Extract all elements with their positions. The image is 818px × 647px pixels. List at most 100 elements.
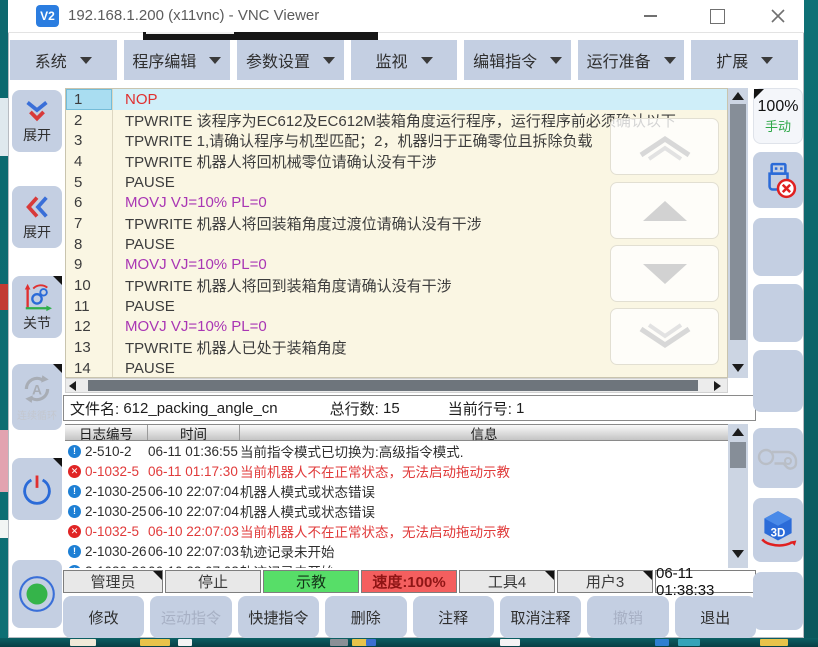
line-text: TPWRITE 1,请确认程序与机型匹配；2，机器归于正确零位且拆除负载 (112, 130, 593, 151)
close-button[interactable] (761, 4, 795, 28)
desktop-icon (655, 639, 669, 646)
status-role[interactable]: 管理员 (63, 570, 163, 593)
scroll-up-arrow[interactable] (732, 428, 744, 436)
line-text: PAUSE (112, 236, 175, 253)
scroll-left-arrow[interactable] (69, 381, 76, 391)
speed-mode-button[interactable]: 100% 手动 (753, 88, 803, 144)
menu-item-system[interactable]: 系统 (10, 40, 117, 80)
page-down-button[interactable] (610, 308, 719, 365)
empty-slot-button[interactable] (753, 284, 803, 342)
line-down-button[interactable] (610, 245, 719, 302)
line-number: 10 (66, 275, 112, 296)
file-name-label: 文件名: (70, 398, 123, 419)
quick-instruction-button[interactable]: 快捷指令 (238, 596, 319, 638)
log-row[interactable]: !2-1030-2606-10 22:07:03轨迹记录未开始 (65, 561, 728, 568)
continuous-cycle-button[interactable]: A 连续循环 (12, 364, 62, 430)
vscroll-thumb[interactable] (730, 442, 746, 468)
hscroll-thumb[interactable] (88, 380, 698, 391)
scroll-down-arrow[interactable] (732, 550, 744, 558)
joint-coord-button[interactable]: 关节 (12, 276, 62, 338)
record-start-button[interactable] (12, 560, 62, 628)
expand-horizontal-button[interactable]: 展开 (12, 186, 62, 248)
vscroll-thumb[interactable] (730, 104, 746, 340)
maximize-icon (710, 9, 725, 24)
total-lines-value: 15 (383, 400, 400, 417)
3d-view-button[interactable]: 3D (753, 498, 803, 562)
desktop-icon (366, 639, 376, 646)
editor-hscrollbar[interactable] (65, 378, 728, 393)
status-datetime: 06-11 01:38:33 (655, 570, 756, 593)
corner-marker (53, 458, 62, 467)
log-row[interactable]: ✕0-1032-506-10 22:07:03当前机器人不在正常状态，无法启动拖… (65, 521, 728, 541)
menu-item-label: 监视 (376, 48, 408, 72)
uncomment-button[interactable]: 取消注释 (500, 596, 581, 638)
log-time: 06-10 22:07:03 (148, 544, 240, 559)
status-tool[interactable]: 工具4 (459, 570, 555, 593)
menu-item-extension[interactable]: 扩展 (691, 40, 798, 80)
desktop-icon (140, 639, 170, 646)
exit-button[interactable]: 退出 (675, 596, 756, 638)
svg-text:A: A (32, 381, 42, 397)
page-up-button[interactable] (610, 118, 719, 175)
menu-item-label: 参数设置 (246, 48, 310, 72)
undo-button[interactable]: 撤销 (587, 596, 668, 638)
log-id: 2-1030-25 (85, 504, 147, 519)
log-row[interactable]: ✕0-1032-506-11 01:17:30当前机器人不在正常状态，无法启动拖… (65, 461, 728, 481)
chevron-down-icon (421, 57, 433, 64)
menu-item-run-prepare[interactable]: 运行准备 (578, 40, 685, 80)
menu-item-label: 运行准备 (587, 48, 651, 72)
usb-status-button[interactable] (753, 152, 803, 208)
gamepad-button[interactable] (753, 428, 803, 488)
line-up-button[interactable] (610, 182, 719, 239)
menu-item-monitor[interactable]: 监视 (351, 40, 458, 80)
log-vscrollbar[interactable] (728, 424, 748, 568)
file-info-bar: 文件名: 612_packing_angle_cn 总行数: 15 当前行号: … (63, 395, 756, 421)
power-button[interactable] (12, 458, 62, 520)
log-row[interactable]: !2-1030-2606-10 22:07:03轨迹记录未开始 (65, 541, 728, 561)
status-run-state: 停止 (165, 570, 261, 593)
empty-slot-button[interactable] (753, 350, 803, 412)
log-header: 日志编号 时间 信息 (65, 424, 728, 441)
comment-button[interactable]: 注释 (413, 596, 494, 638)
log-row[interactable]: !2-1030-2506-10 22:07:04机器人模式或状态错误 (65, 501, 728, 521)
minimize-button[interactable] (633, 4, 667, 28)
log-time: 06-10 22:07:03 (148, 564, 240, 569)
maximize-button[interactable] (700, 4, 734, 28)
empty-slot-button[interactable] (753, 572, 803, 630)
corner-marker (545, 571, 554, 580)
scroll-up-arrow[interactable] (732, 92, 744, 100)
current-line-label: 当前行号: (448, 398, 516, 419)
double-chevron-left-icon (23, 193, 51, 221)
expand-label: 展开 (23, 222, 51, 242)
info-icon: ! (68, 505, 81, 518)
menu-item-parameter-settings[interactable]: 参数设置 (237, 40, 344, 80)
status-user-frame[interactable]: 用户3 (557, 570, 653, 593)
expand-vertical-button[interactable]: 展开 (12, 90, 62, 152)
corner-marker (153, 571, 162, 580)
info-icon: ! (68, 485, 81, 498)
desktop-icon (352, 639, 374, 646)
status-speed[interactable]: 速度:100% (361, 570, 457, 593)
status-teach-mode: 示教 (263, 570, 359, 593)
line-text: TPWRITE 机器人将回装箱角度过渡位请确认没有干涉 (112, 213, 482, 234)
log-id: 0-1032-5 (85, 464, 139, 479)
log-row[interactable]: !2-1030-2506-10 22:07:04机器人模式或状态错误 (65, 481, 728, 501)
line-text: MOVJ VJ=10% PL=0 (112, 256, 267, 273)
scroll-right-arrow[interactable] (714, 381, 721, 391)
desktop-edge-decor (0, 430, 8, 492)
menu-item-label: 编辑指令 (473, 48, 537, 72)
motion-instruction-button[interactable]: 运动指令 (150, 596, 231, 638)
editor-vscrollbar[interactable] (728, 88, 748, 378)
scroll-down-arrow[interactable] (732, 364, 744, 372)
empty-slot-button[interactable] (753, 218, 803, 276)
code-line[interactable]: 1NOP (66, 89, 727, 110)
log-message: 轨迹记录未开始 (240, 541, 728, 561)
expand-label: 展开 (23, 125, 51, 145)
line-number: 1 (66, 89, 112, 110)
log-row[interactable]: !2-510-206-11 01:36:55当前指令模式已切换为:高级指令模式. (65, 441, 728, 461)
delete-button[interactable]: 删除 (325, 596, 406, 638)
menu-item-program-edit[interactable]: 程序编辑 (124, 40, 231, 80)
menu-bar: 系统 程序编辑 参数设置 监视 编辑指令 运行准备 扩展 (10, 40, 798, 80)
modify-button[interactable]: 修改 (63, 596, 144, 638)
menu-item-edit-instruction[interactable]: 编辑指令 (464, 40, 571, 80)
